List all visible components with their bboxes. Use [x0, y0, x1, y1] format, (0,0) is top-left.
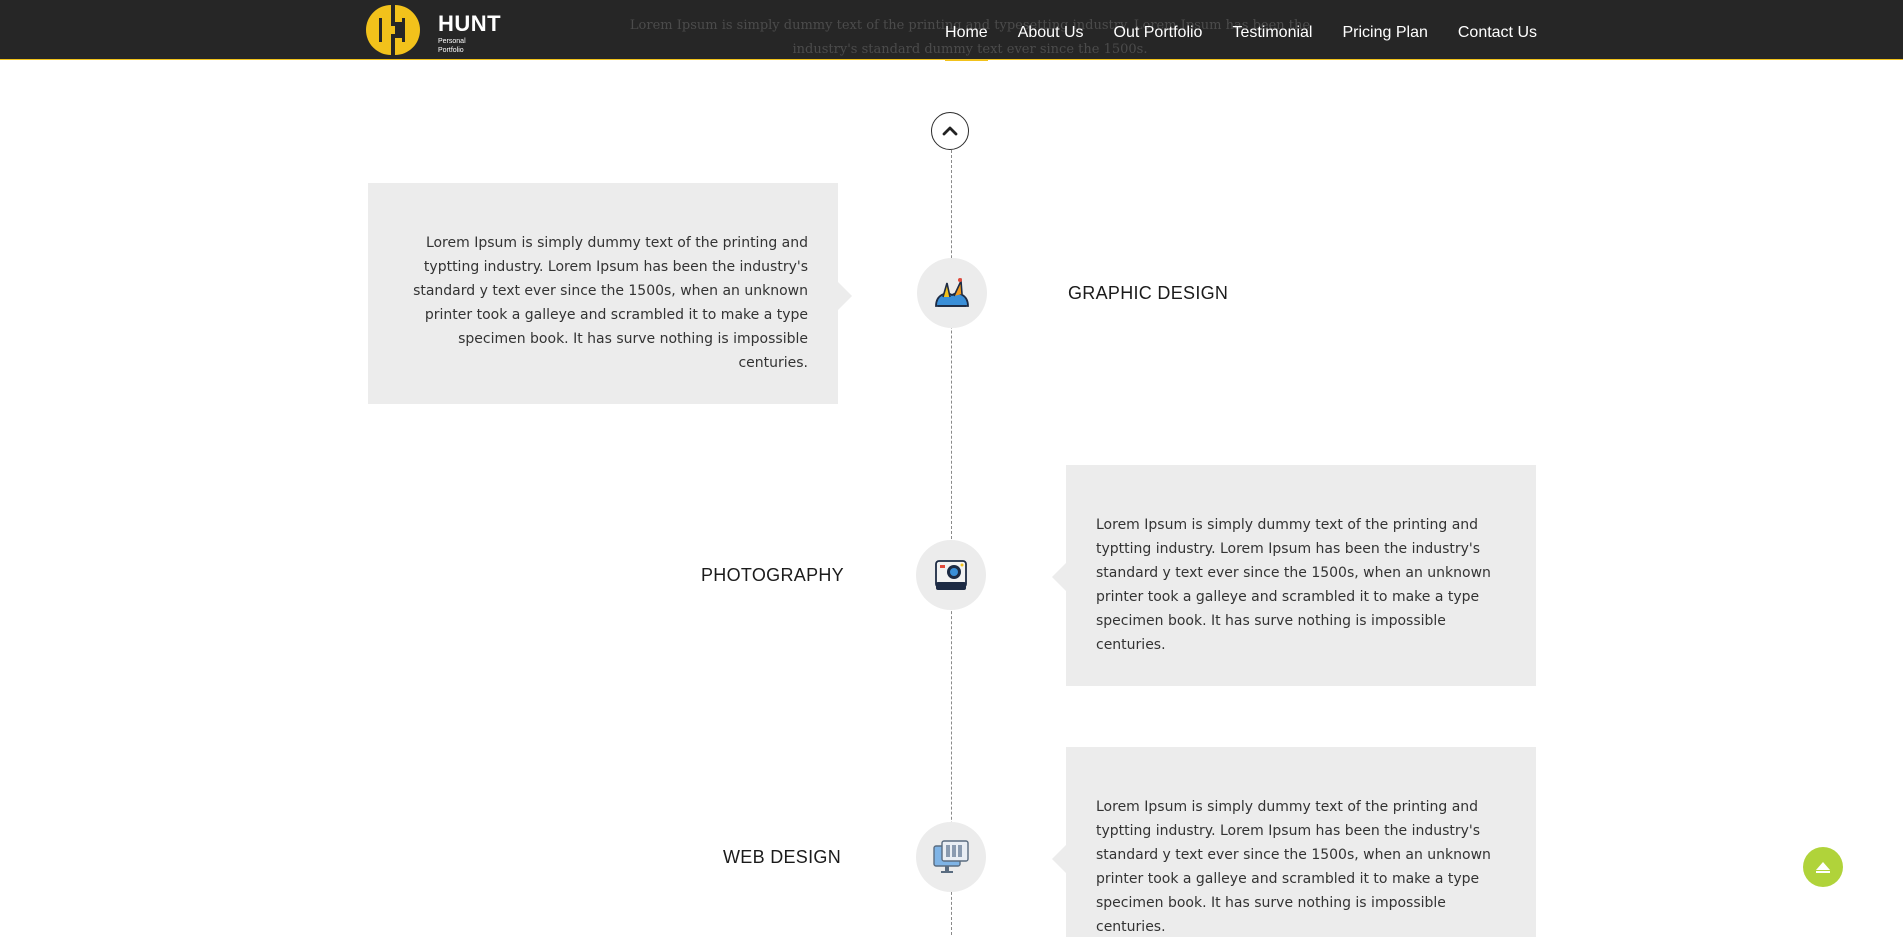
nav-home[interactable]: Home: [945, 0, 988, 61]
timeline-node-photography: [916, 540, 986, 610]
nav-about-us[interactable]: About Us: [1018, 0, 1084, 60]
timeline-card-text: Lorem Ipsum is simply dummy text of the …: [1096, 799, 1491, 935]
logo-name: HUNT: [438, 11, 502, 36]
timeline-title-photography: PHOTOGRAPHY: [701, 565, 844, 585]
nav-our-portfolio[interactable]: Out Portfolio: [1114, 0, 1203, 60]
chevron-up-icon: [942, 126, 958, 136]
page: Lorem Ipsum is simply dummy text of the …: [0, 0, 1903, 937]
timeline-card-text: Lorem Ipsum is simply dummy text of the …: [413, 235, 808, 371]
camera-icon: [935, 560, 967, 590]
nav-testimonial[interactable]: Testimonial: [1232, 0, 1312, 60]
scroll-to-top-icon: [1816, 862, 1830, 873]
timeline-card-web-design: Lorem Ipsum is simply dummy text of the …: [1052, 747, 1536, 937]
logo-tagline: Personal Portfolio: [438, 38, 466, 54]
nav-contact-us[interactable]: Contact Us: [1458, 0, 1537, 60]
timeline-node-graphic-design: [917, 258, 987, 328]
timeline-card-graphic-design: Lorem Ipsum is simply dummy text of the …: [368, 183, 852, 404]
logo-mark-icon: [366, 5, 420, 55]
timeline-title-graphic-design: GRAPHIC DESIGN: [1068, 283, 1229, 303]
timeline-node-web-design: [916, 822, 986, 892]
timeline-card-text: Lorem Ipsum is simply dummy text of the …: [1096, 517, 1491, 653]
main-nav: Home About Us Out Portfolio Testimonial …: [915, 0, 1537, 61]
scroll-to-top-button[interactable]: [1803, 847, 1843, 887]
timeline-title-web-design: WEB DESIGN: [723, 847, 842, 867]
nav-pricing-plan[interactable]: Pricing Plan: [1342, 0, 1427, 60]
graphic-design-icon: [935, 277, 969, 307]
site-logo[interactable]: HUNT Personal Portfolio: [366, 5, 501, 55]
timeline-card-photography: Lorem Ipsum is simply dummy text of the …: [1052, 465, 1536, 686]
web-design-icon: [933, 840, 969, 873]
timeline-top-button[interactable]: [931, 112, 969, 150]
